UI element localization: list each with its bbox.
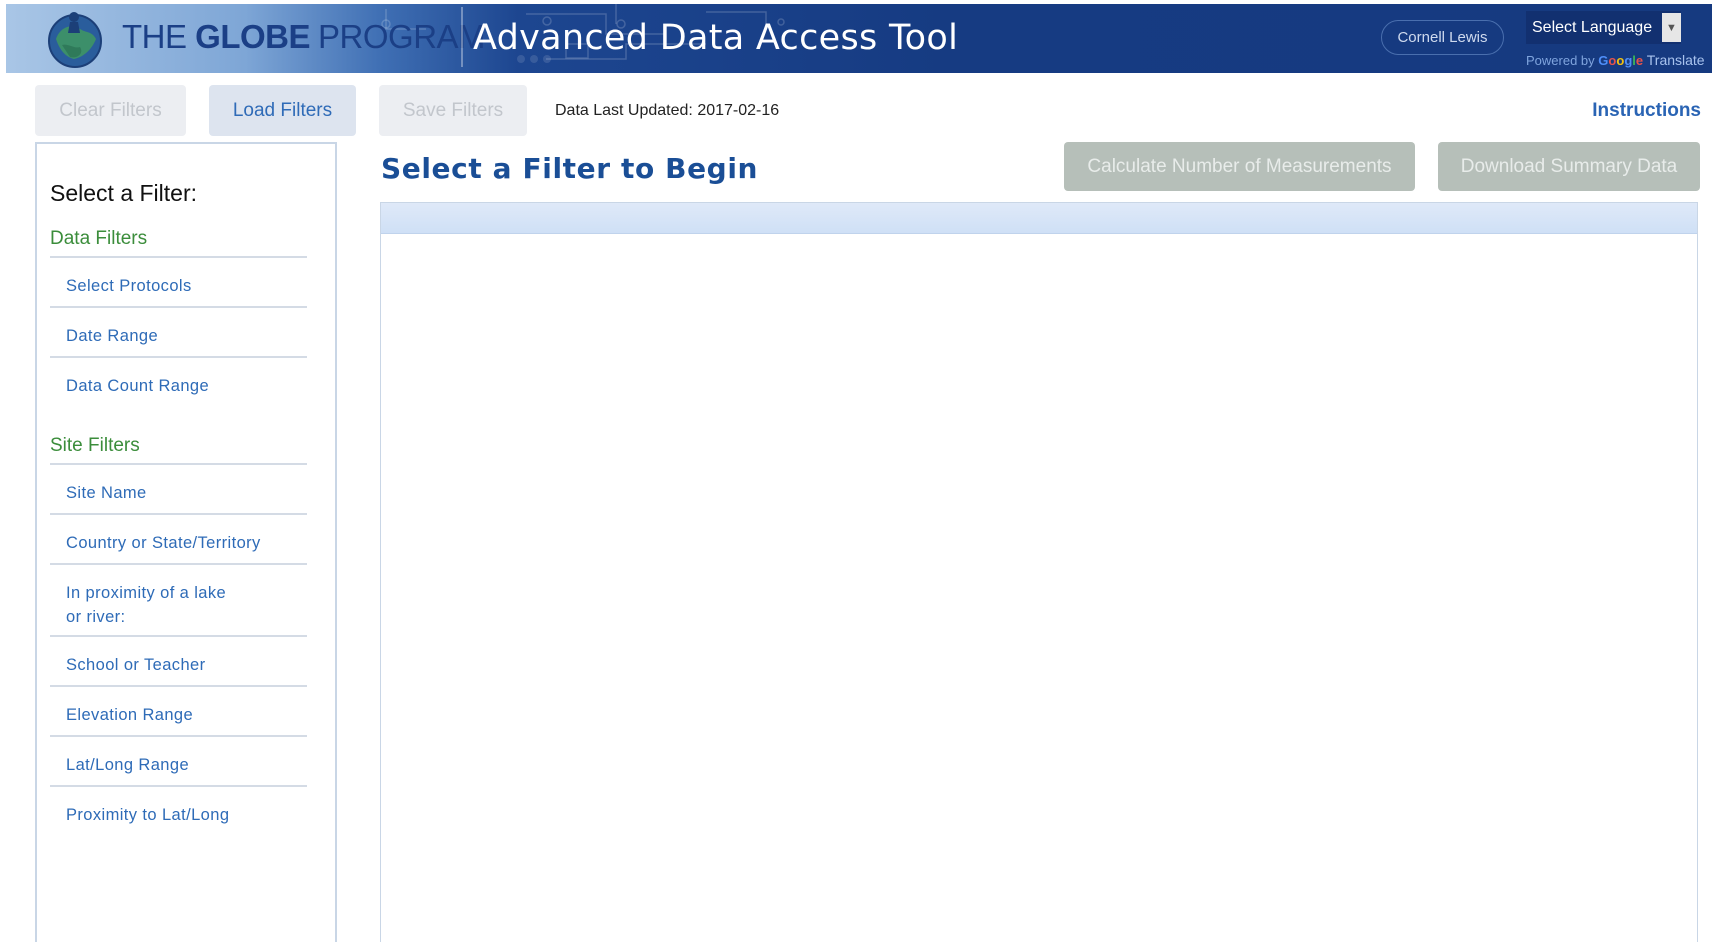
results-panel <box>380 202 1698 942</box>
user-account-button[interactable]: Cornell Lewis <box>1381 20 1504 55</box>
powered-by-google-translate: Powered by Google Translate <box>1526 52 1705 68</box>
header-separator <box>461 7 463 67</box>
filter-select-protocols[interactable]: Select Protocols <box>66 274 306 298</box>
filter-sidebar: Select a Filter: Data Filters Select Pro… <box>35 142 337 942</box>
globe-program-logo <box>48 12 102 68</box>
translate-link[interactable]: Translate <box>1647 52 1705 68</box>
filter-data-count-range[interactable]: Data Count Range <box>66 374 306 398</box>
app-header: THE GLOBE PROGRAM Advanced Data Access To… <box>6 4 1712 73</box>
divider <box>50 563 307 565</box>
divider <box>50 735 307 737</box>
clear-filters-button[interactable]: Clear Filters <box>35 85 186 136</box>
filter-site-name[interactable]: Site Name <box>66 481 306 505</box>
divider <box>50 685 307 687</box>
filter-country-state[interactable]: Country or State/Territory <box>66 531 306 555</box>
save-filters-button[interactable]: Save Filters <box>379 85 527 136</box>
brand-globe: GLOBE <box>195 18 311 55</box>
filter-elevation-range[interactable]: Elevation Range <box>66 703 306 727</box>
chevron-down-icon[interactable]: ▼ <box>1662 13 1681 42</box>
data-filters-heading: Data Filters <box>50 228 148 249</box>
calculate-measurements-button[interactable]: Calculate Number of Measurements <box>1064 142 1415 191</box>
results-panel-header <box>381 203 1697 234</box>
brand-the: THE <box>122 18 187 55</box>
instructions-link[interactable]: Instructions <box>1592 100 1701 122</box>
filter-proximity-lat-long[interactable]: Proximity to Lat/Long <box>66 803 306 827</box>
site-filters-heading: Site Filters <box>50 435 140 456</box>
divider <box>50 256 307 258</box>
filter-lat-long-range[interactable]: Lat/Long Range <box>66 753 306 777</box>
divider <box>50 785 307 787</box>
powered-by-label: Powered by <box>1526 53 1595 68</box>
divider <box>50 513 307 515</box>
divider <box>50 306 307 308</box>
app-title: Advanced Data Access Tool <box>473 18 959 58</box>
divider <box>50 463 307 465</box>
filter-date-range[interactable]: Date Range <box>66 324 306 348</box>
sidebar-title: Select a Filter: <box>50 180 197 206</box>
google-logo-text: Google <box>1598 53 1644 68</box>
download-summary-button[interactable]: Download Summary Data <box>1438 142 1700 191</box>
divider <box>50 635 307 637</box>
divider <box>50 356 307 358</box>
load-filters-button[interactable]: Load Filters <box>209 85 356 136</box>
filter-proximity-lake-river[interactable]: In proximity of a lake or river: <box>66 581 241 629</box>
brand-program: PROGRAM <box>318 18 486 55</box>
language-select-label: Select Language <box>1532 18 1653 36</box>
filter-school-teacher[interactable]: School or Teacher <box>66 653 306 677</box>
page-title: Select a Filter to Begin <box>381 152 759 185</box>
brand-wordmark: THE GLOBE PROGRAM <box>122 18 486 56</box>
data-last-updated: Data Last Updated: 2017-02-16 <box>555 102 780 119</box>
language-select[interactable]: Select Language ▼ <box>1526 11 1681 44</box>
